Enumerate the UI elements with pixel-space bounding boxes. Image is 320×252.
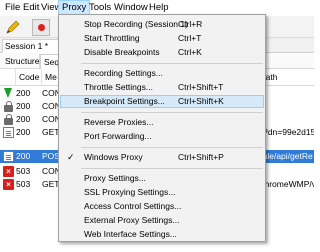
menu-item-port-forwarding[interactable]: Port Forwarding... [60,130,264,143]
menu-item-disable-breakpoints[interactable]: Disable Breakpoints Ctrl+K [60,46,264,59]
column-icon[interactable] [0,69,16,86]
menu-item-label: Disable Breakpoints [84,47,160,57]
menu-item-recording-settings[interactable]: Recording Settings... [60,67,264,80]
row-code: 200 [16,114,31,124]
menu-separator [81,63,263,64]
menu-item-shortcut: Ctrl+Shift+T [178,82,224,92]
menu-item-shortcut: Ctrl+K [178,47,202,57]
menu-item-throttle-settings[interactable]: Throttle Settings... Ctrl+Shift+T [60,81,264,94]
menu-item-reverse-proxies[interactable]: Reverse Proxies... [60,116,264,129]
menu-item-breakpoint-settings[interactable]: Breakpoint Settings... Ctrl+Shift+K [60,95,264,108]
row-code: 503 [16,179,31,189]
menu-item-label: Stop Recording (Session 1) [84,19,188,29]
menu-item-label: Windows Proxy [84,152,143,162]
menu-item-shortcut: Ctrl+Shift+K [178,96,224,106]
menu-separator [81,147,263,148]
menu-item-start-throttling[interactable]: Start Throttling Ctrl+T [60,32,264,45]
error-icon: × [3,166,14,177]
proxy-menu: Stop Recording (Session 1) Ctrl+R Start … [58,14,266,242]
menu-item-shortcut: Ctrl+R [178,19,203,29]
menu-separator [81,168,263,169]
menu-item-stop-recording[interactable]: Stop Recording (Session 1) Ctrl+R [60,18,264,31]
tab-session-1[interactable]: Session 1 * [2,39,60,53]
column-code[interactable]: Code [16,69,42,86]
menu-item-external-proxy-settings[interactable]: External Proxy Settings... [60,214,264,227]
row-code: 200 [16,127,31,137]
pencil-icon[interactable] [4,19,22,36]
menu-item-label: External Proxy Settings... [84,215,180,225]
menu-item-label: Access Control Settings... [84,201,182,211]
checkmark-icon: ✓ [67,152,75,162]
record-button[interactable] [32,19,50,36]
menu-item-label: SSL Proxying Settings... [84,187,176,197]
menu-item-label: Proxy Settings... [84,173,146,183]
document-icon [3,127,14,138]
menu-item-web-interface-settings[interactable]: Web Interface Settings... [60,228,264,241]
menu-item-shortcut: Ctrl+Shift+P [178,152,224,162]
row-code: 200 [16,101,31,111]
down-arrow-icon [3,88,14,99]
menu-item-label: Breakpoint Settings... [84,96,165,106]
menu-item-label: Start Throttling [84,33,140,43]
lock-icon [3,114,14,125]
menu-item-ssl-proxying-settings[interactable]: SSL Proxying Settings... [60,186,264,199]
menu-item-shortcut: Ctrl+T [178,33,202,43]
menu-item-proxy-settings[interactable]: Proxy Settings... [60,172,264,185]
lock-icon [3,101,14,112]
tab-structure[interactable]: Structure [2,54,40,69]
menu-item-label: Port Forwarding... [84,131,152,141]
record-icon [38,24,45,31]
menu-item-label: Reverse Proxies... [84,117,154,127]
menu-item-access-control-settings[interactable]: Access Control Settings... [60,200,264,213]
row-code: 503 [16,166,31,176]
row-code: 200 [16,88,31,98]
menu-separator [81,112,263,113]
menu-item-label: Recording Settings... [84,68,163,78]
menu-item-label: Throttle Settings... [84,82,153,92]
row-code: 200 [16,151,31,161]
menu-item-windows-proxy[interactable]: ✓ Windows Proxy Ctrl+Shift+P [60,151,264,164]
document-icon [3,151,14,162]
error-icon: × [3,179,14,190]
menu-item-label: Web Interface Settings... [84,229,177,239]
